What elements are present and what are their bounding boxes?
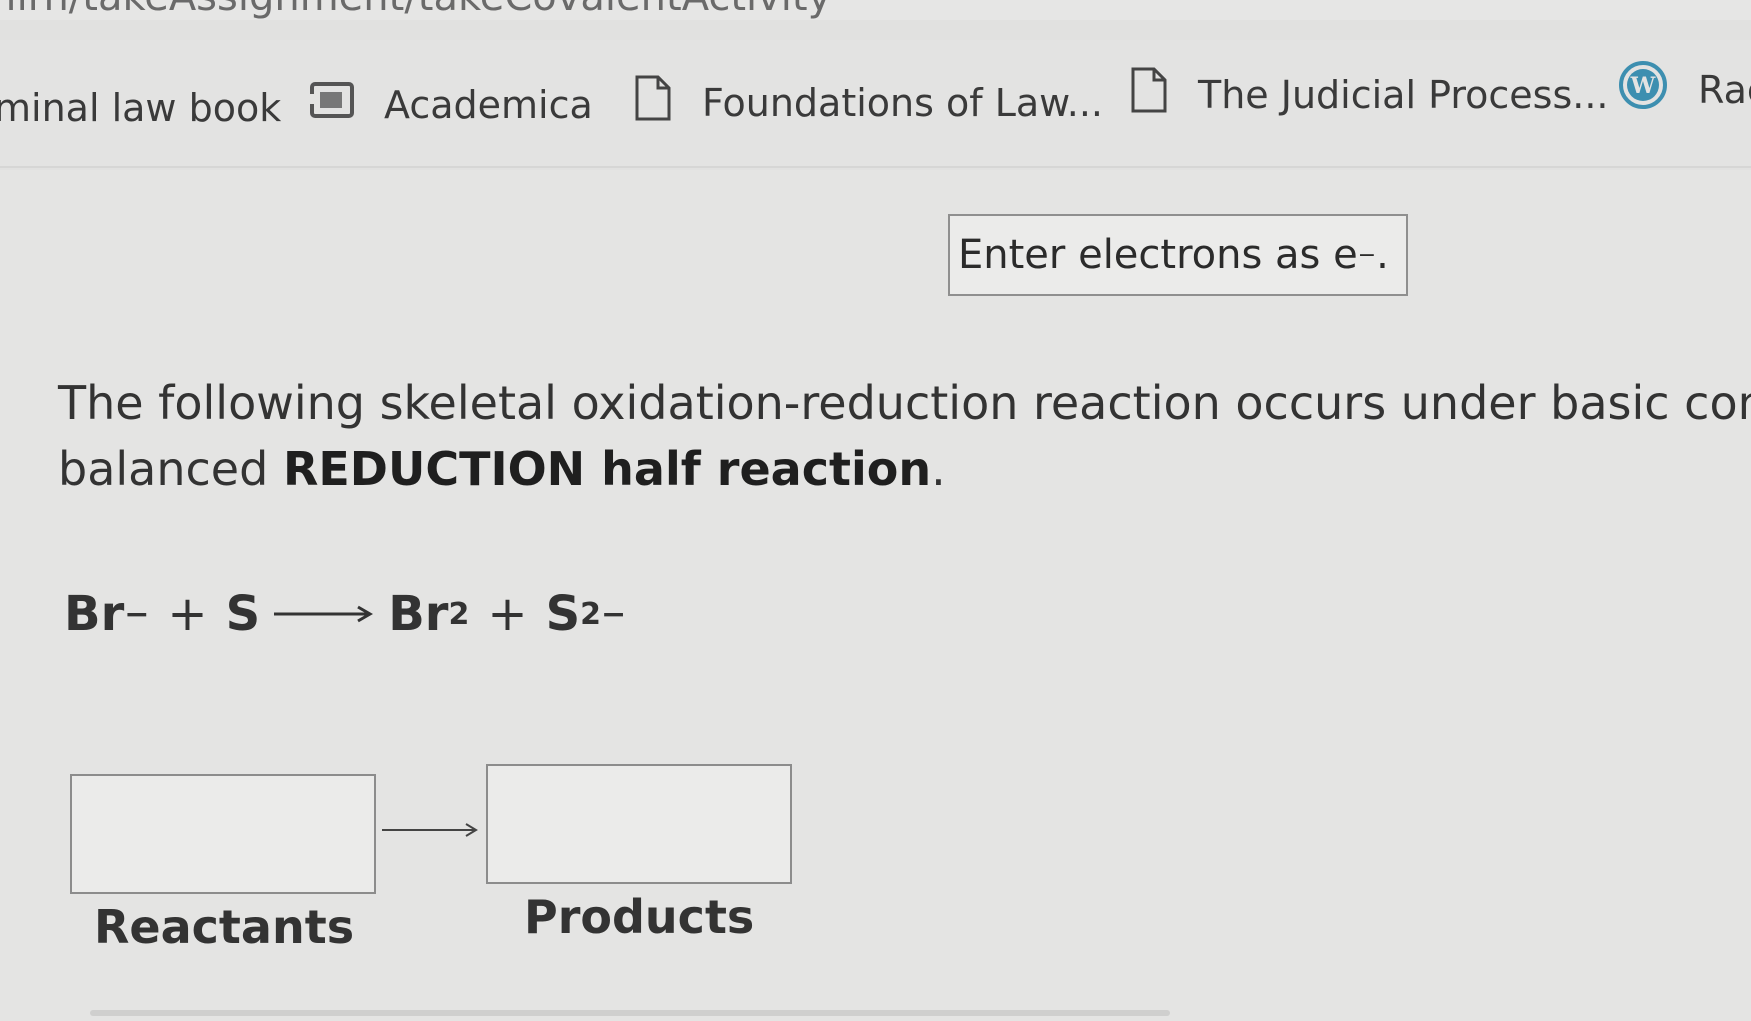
bookmark-rac[interactable]: W Rac [1618,60,1751,119]
hint-period: . [1376,232,1389,278]
page: /ilrn/takeAssignment/takeCovalentActivit… [0,0,1751,1021]
address-bar-url: /ilrn/takeAssignment/takeCovalentActivit… [0,0,831,20]
bookmark-academica[interactable]: Academica [310,80,593,129]
product-br2-subscript: 2 [448,596,470,632]
product-s: S [545,586,581,642]
question-line-2-prefix: balanced [58,442,283,496]
bookmark-foundations-of-law[interactable]: Foundations of Law... [634,74,1103,131]
hint-superscript: − [1357,242,1377,268]
skeletal-equation: Br − + S Br 2 + S 2− [64,574,626,654]
product-br2: Br [388,586,449,642]
reactant-s: S [225,586,261,642]
electron-hint: Enter electrons as e −. [948,214,1408,296]
svg-text:W: W [1630,73,1656,99]
assignment-content: Enter electrons as e −. The following ske… [0,170,1751,1021]
products-input[interactable] [486,764,792,884]
bookmark-label: Rac [1698,67,1751,112]
plus-sign: + [487,586,528,642]
reactants-label: Reactants [94,900,355,954]
product-s-charge: 2− [580,596,627,632]
address-bar[interactable]: /ilrn/takeAssignment/takeCovalentActivit… [0,0,1751,20]
bookmark-label: Foundations of Law... [702,80,1103,125]
products-label: Products [524,890,755,944]
question-emphasis: REDUCTION half reaction [282,442,932,496]
bookmark-label: The Judicial Process... [1198,72,1609,117]
page-icon [634,74,672,131]
question-line-1: The following skeletal oxidation-reducti… [58,376,1751,430]
bookmarks-bar: minal law book Academica Foundations of … [0,40,1751,168]
bookmark-label: Academica [384,82,593,127]
bookmark-judicial-process[interactable]: The Judicial Process... [1130,66,1609,123]
answer-arrow-icon [382,823,478,837]
question-line-2: balanced REDUCTION half reaction. [58,436,1751,502]
reactants-input[interactable] [70,774,376,894]
panel-bottom-edge [90,1010,1170,1016]
page-icon [1130,66,1168,123]
plus-sign: + [167,586,208,642]
wordpress-icon: W [1618,60,1668,119]
academica-icon [310,80,354,129]
question-text: The following skeletal oxidation-reducti… [58,370,1751,502]
question-line-2-suffix: . [931,442,946,496]
reaction-arrow-icon [274,605,374,623]
reactant-br: Br [64,586,125,642]
bookmark-label: minal law book [0,86,282,130]
hint-text: Enter electrons as e [958,232,1358,278]
reactant-br-charge: − [124,596,150,632]
bookmark-criminal-law-book[interactable]: minal law book [0,86,281,130]
